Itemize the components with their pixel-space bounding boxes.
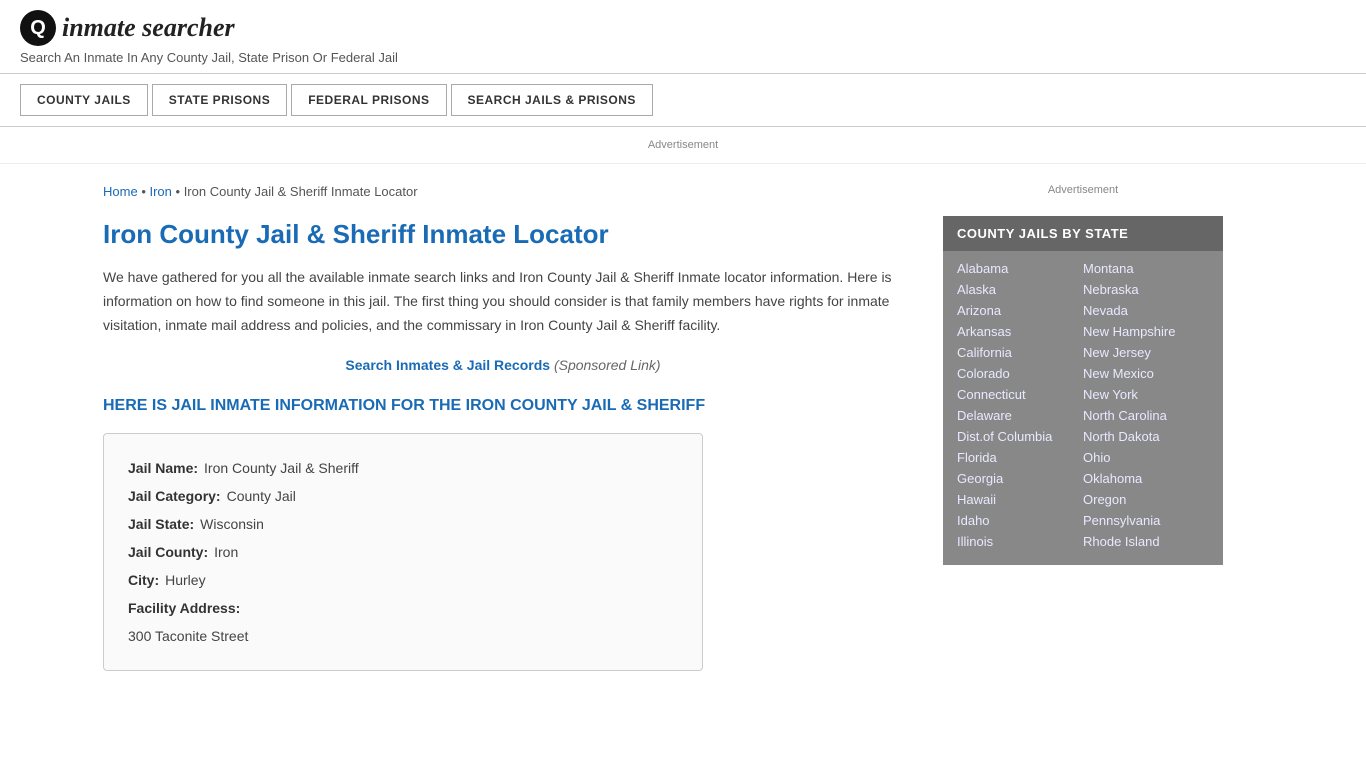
jail-county-value: Iron [214, 538, 238, 566]
sponsored-note: (Sponsored Link) [554, 357, 661, 373]
state-link[interactable]: California [957, 343, 1083, 362]
jail-city-label: City: [128, 566, 159, 594]
nav-county-jails[interactable]: COUNTY JAILS [20, 84, 148, 116]
state-link[interactable]: New York [1083, 385, 1209, 404]
sponsored-link[interactable]: Search Inmates & Jail Records [345, 357, 550, 373]
jail-category-value: County Jail [227, 482, 296, 510]
nav-bar: COUNTY JAILS STATE PRISONS FEDERAL PRISO… [0, 74, 1366, 127]
nav-federal-prisons[interactable]: FEDERAL PRISONS [291, 84, 446, 116]
breadcrumb-home[interactable]: Home [103, 184, 138, 199]
jail-name-row: Jail Name: Iron County Jail & Sheriff [128, 454, 678, 482]
state-link[interactable]: Oklahoma [1083, 469, 1209, 488]
breadcrumb-state[interactable]: Iron [149, 184, 171, 199]
jail-city-row: City: Hurley [128, 566, 678, 594]
state-link[interactable]: Dist.of Columbia [957, 427, 1083, 446]
page-description: We have gathered for you all the availab… [103, 266, 903, 337]
nav-search-jails[interactable]: SEARCH JAILS & PRISONS [451, 84, 653, 116]
state-link[interactable]: Connecticut [957, 385, 1083, 404]
info-box: Jail Name: Iron County Jail & Sheriff Ja… [103, 433, 703, 671]
sidebar: Advertisement COUNTY JAILS BY STATE Alab… [923, 164, 1223, 691]
state-link[interactable]: North Carolina [1083, 406, 1209, 425]
jail-address-value-row: 300 Taconite Street [128, 622, 678, 650]
logo-circle-icon: Q [20, 10, 56, 46]
state-link[interactable]: Hawaii [957, 490, 1083, 509]
state-link[interactable]: New Jersey [1083, 343, 1209, 362]
jail-name-label: Jail Name: [128, 454, 198, 482]
state-link[interactable]: Nevada [1083, 301, 1209, 320]
main-layout: Home • Iron • Iron County Jail & Sheriff… [83, 164, 1283, 691]
breadcrumb: Home • Iron • Iron County Jail & Sheriff… [103, 184, 903, 199]
section-heading: HERE IS JAIL INMATE INFORMATION FOR THE … [103, 397, 903, 415]
jail-address-label: Facility Address: [128, 594, 240, 622]
state-link[interactable]: Alabama [957, 259, 1083, 278]
jail-category-row: Jail Category: County Jail [128, 482, 678, 510]
jail-address-value: 300 Taconite Street [128, 622, 248, 650]
jail-state-row: Jail State: Wisconsin [128, 510, 678, 538]
content-area: Home • Iron • Iron County Jail & Sheriff… [103, 164, 923, 691]
state-link[interactable]: Florida [957, 448, 1083, 467]
jail-state-value: Wisconsin [200, 510, 264, 538]
state-link[interactable]: Idaho [957, 511, 1083, 530]
state-link[interactable]: Illinois [957, 532, 1083, 551]
state-link[interactable]: Rhode Island [1083, 532, 1209, 551]
tagline: Search An Inmate In Any County Jail, Sta… [20, 50, 1346, 65]
sponsored-link-area: Search Inmates & Jail Records (Sponsored… [103, 357, 903, 373]
state-box-title: COUNTY JAILS BY STATE [943, 216, 1223, 251]
jail-county-row: Jail County: Iron [128, 538, 678, 566]
state-link[interactable]: Ohio [1083, 448, 1209, 467]
state-link[interactable]: Colorado [957, 364, 1083, 383]
jail-category-label: Jail Category: [128, 482, 221, 510]
jail-city-value: Hurley [165, 566, 205, 594]
sidebar-ad: Advertisement [943, 184, 1223, 196]
state-col-right: Montana Nebraska Nevada New Hampshire New Je… [1083, 259, 1209, 551]
state-link[interactable]: Oregon [1083, 490, 1209, 509]
logo-brand-text: inmate searcher [62, 13, 235, 43]
logo-area: Qinmate searcher [20, 10, 1346, 46]
jail-state-label: Jail State: [128, 510, 194, 538]
breadcrumb-separator2: • [176, 184, 184, 199]
jail-county-label: Jail County: [128, 538, 208, 566]
state-link[interactable]: Delaware [957, 406, 1083, 425]
state-link[interactable]: Georgia [957, 469, 1083, 488]
nav-state-prisons[interactable]: STATE PRISONS [152, 84, 287, 116]
site-header: Qinmate searcher Search An Inmate In Any… [0, 0, 1366, 74]
jail-name-value: Iron County Jail & Sheriff [204, 454, 359, 482]
state-link[interactable]: Arizona [957, 301, 1083, 320]
state-link[interactable]: North Dakota [1083, 427, 1209, 446]
state-link[interactable]: New Mexico [1083, 364, 1209, 383]
page-title: Iron County Jail & Sheriff Inmate Locato… [103, 219, 903, 250]
breadcrumb-current: Iron County Jail & Sheriff Inmate Locato… [184, 184, 418, 199]
state-link[interactable]: Montana [1083, 259, 1209, 278]
state-columns: Alabama Alaska Arizona Arkansas California Co… [943, 251, 1223, 565]
state-link[interactable]: Arkansas [957, 322, 1083, 341]
ad-banner: Advertisement [0, 127, 1366, 164]
state-col-left: Alabama Alaska Arizona Arkansas California Co… [957, 259, 1083, 551]
state-link[interactable]: Alaska [957, 280, 1083, 299]
state-link[interactable]: Nebraska [1083, 280, 1209, 299]
state-link[interactable]: New Hampshire [1083, 322, 1209, 341]
state-box: COUNTY JAILS BY STATE Alabama Alaska Arizo… [943, 216, 1223, 565]
jail-address-row: Facility Address: [128, 594, 678, 622]
state-link[interactable]: Pennsylvania [1083, 511, 1209, 530]
